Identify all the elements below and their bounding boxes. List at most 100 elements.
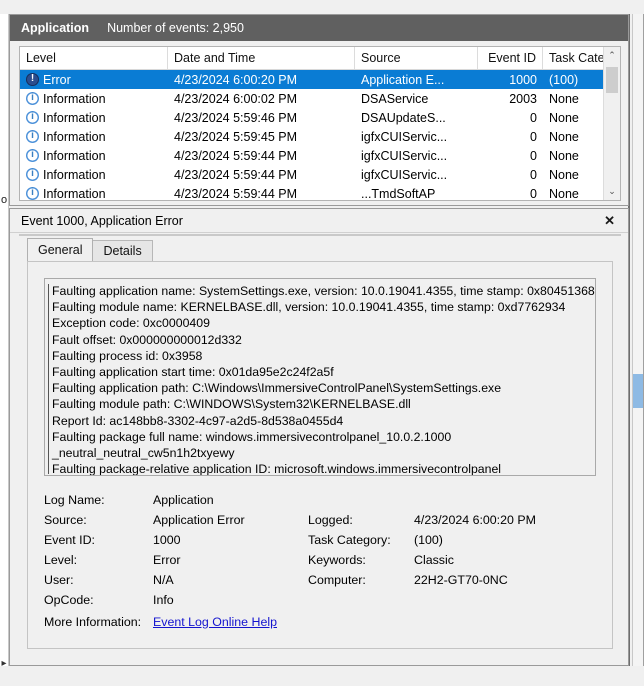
event-description-textbox[interactable]: Faulting application name: SystemSetting… <box>44 278 596 476</box>
description-line: _neutral_neutral_cw5n1h2txyewy <box>52 446 235 461</box>
event-list-window: Application Number of events: 2,950 Leve… <box>9 14 629 206</box>
value-level: Error <box>153 553 181 567</box>
cell-level-text: Information <box>43 129 106 144</box>
column-header-date-and-time[interactable]: Date and Time <box>168 47 355 69</box>
label-computer: Computer: <box>308 573 366 587</box>
cell-source: DSAService <box>361 91 429 106</box>
table-row[interactable]: Information 4/23/2024 6:00:02 PM DSAServ… <box>20 89 620 108</box>
close-icon[interactable]: ✕ <box>601 212 618 229</box>
cell-level: Information <box>20 184 168 201</box>
metadata-row-log-name: Log Name: Application <box>44 490 596 510</box>
label-log-name: Log Name: <box>44 493 105 507</box>
cell-source: igfxCUIServic... <box>361 167 448 182</box>
description-line: Faulting module name: KERNELBASE.dll, ve… <box>52 300 566 315</box>
table-row[interactable]: Information 4/23/2024 5:59:44 PM ...TmdS… <box>20 184 620 201</box>
label-source: Source: <box>44 513 87 527</box>
column-header-source[interactable]: Source <box>355 47 478 69</box>
cell-date-and-time: 4/23/2024 5:59:46 PM <box>174 110 298 125</box>
cell-date-and-time: 4/23/2024 6:00:02 PM <box>174 91 298 106</box>
value-computer: 22H2-GT70-0NC <box>414 573 508 587</box>
cell-date-and-time: 4/23/2024 5:59:44 PM <box>174 167 298 182</box>
scroll-down-icon[interactable]: ⌄ <box>604 183 620 200</box>
left-sliver-arrow-icon[interactable]: ▸ <box>0 659 8 669</box>
tab-general[interactable]: General <box>27 238 94 261</box>
value-user: N/A <box>153 573 174 587</box>
cell-level: Information <box>20 89 168 108</box>
scroll-up-icon[interactable]: ⌃ <box>604 47 620 64</box>
cell-source: ...TmdSoftAP <box>361 186 436 201</box>
label-user: User: <box>44 573 74 587</box>
cell-date-and-time: 4/23/2024 5:59:44 PM <box>174 186 298 201</box>
info-icon <box>26 110 39 124</box>
cell-event-id: 0 <box>530 129 537 144</box>
event-log-online-help-link[interactable]: Event Log Online Help <box>153 615 277 629</box>
value-logged: 4/23/2024 6:00:20 PM <box>414 513 536 527</box>
column-header-level[interactable]: Level <box>20 47 168 69</box>
detail-separator <box>19 234 621 236</box>
metadata-row-event-id-task-category: Event ID: 1000 Task Category: (100) <box>44 530 596 550</box>
cell-level-text: Information <box>43 110 106 125</box>
error-icon <box>26 72 39 86</box>
table-row[interactable]: Information 4/23/2024 5:59:44 PM igfxCUI… <box>20 146 620 165</box>
description-line: Faulting application name: SystemSetting… <box>52 284 595 298</box>
cell-level-text: Information <box>43 91 106 106</box>
cell-date-and-time: 4/23/2024 5:59:44 PM <box>174 148 298 163</box>
event-count-label: Number of events: 2,950 <box>107 21 244 35</box>
event-grid[interactable]: Level Date and Time Source Event ID Task… <box>19 46 621 201</box>
description-line: Report Id: ac148bb8-3302-4c97-a2d5-8d538… <box>52 413 344 428</box>
value-log-name: Application <box>153 493 214 507</box>
value-keywords: Classic <box>414 553 454 567</box>
info-icon <box>26 91 39 105</box>
description-line: Fault offset: 0x000000000012d332 <box>52 332 242 347</box>
right-pane-accent-bar <box>633 374 643 408</box>
label-level: Level: <box>44 553 78 567</box>
label-keywords: Keywords: <box>308 553 366 567</box>
cell-source: Application E... <box>361 72 445 87</box>
detail-tabs: General Details <box>27 238 153 261</box>
cell-level-text: Error <box>43 72 71 87</box>
general-tab-panel: Faulting application name: SystemSetting… <box>27 261 613 649</box>
table-row[interactable]: Information 4/23/2024 5:59:44 PM igfxCUI… <box>20 165 620 184</box>
cell-level: Information <box>20 108 168 127</box>
event-grid-body: Error 4/23/2024 6:00:20 PM Application E… <box>20 70 620 201</box>
column-header-event-id[interactable]: Event ID <box>478 47 543 69</box>
label-event-id: Event ID: <box>44 533 95 547</box>
label-more-information: More Information: <box>44 615 142 629</box>
text-caret <box>48 284 49 474</box>
right-adjacent-pane-sliver <box>632 14 644 666</box>
cell-source: DSAUpdateS... <box>361 110 446 125</box>
log-name-title: Application <box>21 21 90 35</box>
table-row[interactable]: Information 4/23/2024 5:59:45 PM igfxCUI… <box>20 127 620 146</box>
event-detail-title: Event 1000, Application Error <box>21 213 183 228</box>
event-grid-header-row: Level Date and Time Source Event ID Task… <box>20 47 620 70</box>
tab-details[interactable]: Details <box>92 240 153 261</box>
value-event-id: 1000 <box>153 533 181 547</box>
metadata-row-opcode: OpCode: Info <box>44 590 596 610</box>
info-icon <box>26 167 39 181</box>
cell-level: Information <box>20 146 168 165</box>
event-viewer-screen: o ▸ Application Number of events: 2,950 … <box>0 0 644 686</box>
event-detail-pane: Event 1000, Application Error ✕ General … <box>9 208 629 666</box>
cell-date-and-time: 4/23/2024 5:59:45 PM <box>174 129 298 144</box>
table-row[interactable]: Error 4/23/2024 6:00:20 PM Application E… <box>20 70 620 89</box>
cell-level-text: Information <box>43 167 106 182</box>
description-line: Faulting application start time: 0x01da9… <box>52 365 334 380</box>
label-opcode: OpCode: <box>44 593 94 607</box>
cell-source: igfxCUIServic... <box>361 148 448 163</box>
cell-level-text: Information <box>43 148 106 163</box>
value-source: Application Error <box>153 513 245 527</box>
description-line: Faulting process id: 0x3958 <box>52 348 203 363</box>
cell-level-text: Information <box>43 186 106 201</box>
cell-event-id: 0 <box>530 186 537 201</box>
cell-event-id: 0 <box>530 110 537 125</box>
value-task-category: (100) <box>414 533 443 547</box>
description-line: Exception code: 0xc0000409 <box>52 316 210 331</box>
info-icon <box>26 186 39 200</box>
cell-event-id: 0 <box>530 148 537 163</box>
event-grid-scrollbar[interactable]: ⌃ ⌄ <box>603 47 620 200</box>
description-line: Faulting module path: C:\WINDOWS\System3… <box>52 397 411 412</box>
scrollbar-thumb[interactable] <box>606 67 618 93</box>
description-line: Faulting package full name: windows.imme… <box>52 429 452 444</box>
metadata-row-more-information: More Information: Event Log Online Help <box>44 612 596 632</box>
table-row[interactable]: Information 4/23/2024 5:59:46 PM DSAUpda… <box>20 108 620 127</box>
